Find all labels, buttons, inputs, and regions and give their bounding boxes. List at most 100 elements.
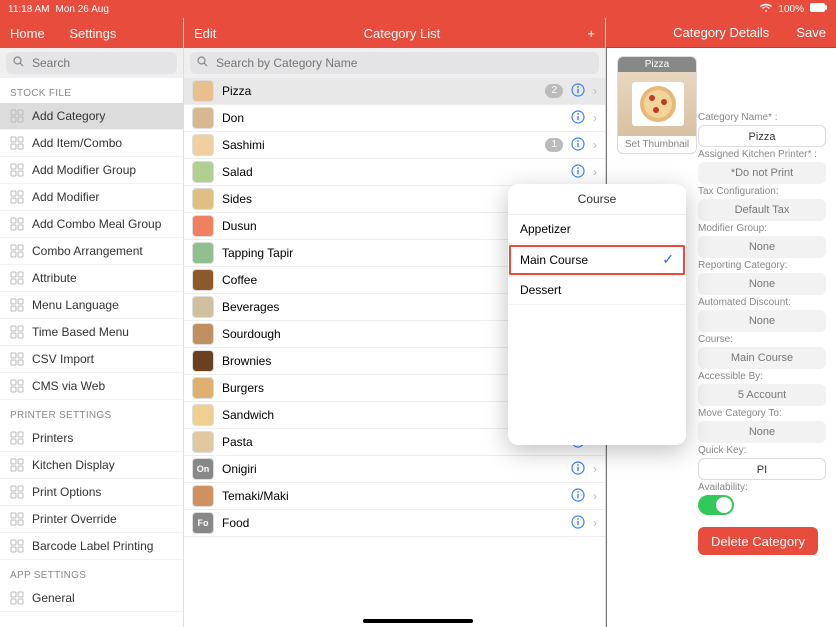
category-row[interactable]: Sashimi1› bbox=[184, 132, 605, 159]
mid-header: Edit Category List + bbox=[184, 18, 605, 48]
home-button[interactable]: Home bbox=[10, 26, 45, 41]
list-icon bbox=[10, 136, 24, 150]
list-icon bbox=[10, 352, 24, 366]
chevron-right-icon: › bbox=[593, 138, 597, 152]
category-list-title: Category List bbox=[216, 26, 587, 41]
details-title: Category Details bbox=[646, 25, 796, 40]
sidebar-item-label: Attribute bbox=[32, 271, 77, 285]
sidebar-item-attribute[interactable]: Attribute bbox=[0, 265, 183, 292]
status-bar: 11:18 AM Mon 26 Aug 100% bbox=[0, 0, 836, 18]
category-name-label: Onigiri bbox=[222, 462, 563, 476]
sidebar-item-label: Kitchen Display bbox=[32, 458, 115, 472]
category-name-input[interactable]: Pizza bbox=[698, 125, 826, 147]
category-name-label: Food bbox=[222, 516, 563, 530]
add-category-button[interactable]: + bbox=[587, 26, 595, 41]
category-thumb-icon bbox=[192, 296, 214, 318]
left-search-input[interactable] bbox=[6, 52, 177, 74]
sidebar-item-general[interactable]: General bbox=[0, 585, 183, 612]
sidebar-item-label: Barcode Label Printing bbox=[32, 539, 153, 553]
checkmark-icon: ✓ bbox=[662, 251, 674, 268]
list-icon bbox=[10, 298, 24, 312]
sidebar-item-add-item-combo[interactable]: Add Item/Combo bbox=[0, 130, 183, 157]
category-badge: 2 bbox=[545, 84, 563, 98]
list-icon bbox=[10, 325, 24, 339]
edit-button[interactable]: Edit bbox=[194, 26, 216, 41]
thumbnail-card[interactable]: Pizza Set Thumbnail bbox=[617, 56, 697, 154]
sidebar-item-add-category[interactable]: Add Category bbox=[0, 103, 183, 130]
category-row[interactable]: OnOnigiri› bbox=[184, 456, 605, 483]
info-icon[interactable] bbox=[571, 137, 585, 154]
category-thumb-icon bbox=[192, 431, 214, 453]
list-icon bbox=[10, 244, 24, 258]
chevron-right-icon: › bbox=[593, 111, 597, 125]
category-thumb-icon: Fo bbox=[192, 512, 214, 534]
field-label-name: Category Name* : bbox=[698, 112, 830, 123]
chevron-right-icon: › bbox=[593, 84, 597, 98]
info-icon[interactable] bbox=[571, 515, 585, 532]
sidebar-item-print-options[interactable]: Print Options bbox=[0, 479, 183, 506]
category-thumb-icon bbox=[192, 161, 214, 183]
sidebar-item-printer-override[interactable]: Printer Override bbox=[0, 506, 183, 533]
info-icon[interactable] bbox=[571, 110, 585, 127]
course-option-dessert[interactable]: Dessert bbox=[508, 276, 686, 305]
category-thumb-icon bbox=[192, 242, 214, 264]
list-icon bbox=[10, 512, 24, 526]
battery-pct: 100% bbox=[778, 4, 804, 15]
category-name-label: Temaki/Maki bbox=[222, 489, 563, 503]
sidebar-item-cms-via-web[interactable]: CMS via Web bbox=[0, 373, 183, 400]
category-thumb-icon: On bbox=[192, 458, 214, 480]
category-search-input[interactable] bbox=[190, 52, 599, 74]
pizza-thumbnail-image bbox=[618, 72, 697, 136]
sidebar-item-label: General bbox=[32, 591, 75, 605]
category-row[interactable]: FoFood› bbox=[184, 510, 605, 537]
course-option-label: Main Course bbox=[520, 253, 588, 267]
sidebar-item-label: Time Based Menu bbox=[32, 325, 129, 339]
sidebar-item-menu-language[interactable]: Menu Language bbox=[0, 292, 183, 319]
sidebar-item-label: Add Item/Combo bbox=[32, 136, 122, 150]
chevron-right-icon: › bbox=[593, 489, 597, 503]
category-row[interactable]: Don› bbox=[184, 105, 605, 132]
section-stock-file: STOCK FILE bbox=[0, 78, 183, 103]
sidebar-item-printers[interactable]: Printers bbox=[0, 425, 183, 452]
sidebar-item-time-based-menu[interactable]: Time Based Menu bbox=[0, 319, 183, 346]
info-icon[interactable] bbox=[571, 164, 585, 181]
category-thumb-icon bbox=[192, 269, 214, 291]
category-row[interactable]: Temaki/Maki › bbox=[184, 483, 605, 510]
course-popover: Course Appetizer Main Course ✓ Dessert bbox=[508, 184, 686, 445]
sidebar-item-kitchen-display[interactable]: Kitchen Display bbox=[0, 452, 183, 479]
list-icon bbox=[10, 163, 24, 177]
info-icon[interactable] bbox=[571, 461, 585, 478]
category-thumb-icon bbox=[192, 377, 214, 399]
category-name-label: Salad bbox=[222, 165, 563, 179]
info-icon[interactable] bbox=[571, 488, 585, 505]
search-icon bbox=[197, 56, 208, 70]
field-label-printer: Assigned Kitchen Printer* : bbox=[698, 149, 830, 160]
course-option-main-course[interactable]: Main Course ✓ bbox=[508, 244, 686, 276]
sidebar-item-barcode-label-printing[interactable]: Barcode Label Printing bbox=[0, 533, 183, 560]
sidebar-item-csv-import[interactable]: CSV Import bbox=[0, 346, 183, 373]
category-row[interactable]: Salad› bbox=[184, 159, 605, 186]
battery-icon bbox=[810, 3, 828, 15]
sidebar-item-label: Print Options bbox=[32, 485, 101, 499]
home-indicator bbox=[363, 619, 473, 623]
sidebar-item-combo-arrangement[interactable]: Combo Arrangement bbox=[0, 238, 183, 265]
list-icon bbox=[10, 217, 24, 231]
sidebar-item-label: Add Modifier Group bbox=[32, 163, 136, 177]
sidebar-item-add-modifier[interactable]: Add Modifier bbox=[0, 184, 183, 211]
info-icon[interactable] bbox=[571, 83, 585, 100]
category-thumb-icon bbox=[192, 350, 214, 372]
section-printer: PRINTER SETTINGS bbox=[0, 400, 183, 425]
category-thumb-icon bbox=[192, 134, 214, 156]
set-thumbnail-label: Set Thumbnail bbox=[618, 136, 696, 153]
sidebar-item-add-modifier-group[interactable]: Add Modifier Group bbox=[0, 157, 183, 184]
category-thumb-icon bbox=[192, 107, 214, 129]
category-thumb-icon bbox=[192, 188, 214, 210]
list-icon bbox=[10, 271, 24, 285]
sidebar-item-add-combo-meal-group[interactable]: Add Combo Meal Group bbox=[0, 211, 183, 238]
search-icon bbox=[13, 56, 24, 70]
category-row[interactable]: Pizza2› bbox=[184, 78, 605, 105]
course-option-appetizer[interactable]: Appetizer bbox=[508, 215, 686, 244]
popover-title: Course bbox=[508, 184, 686, 215]
section-app: APP SETTINGS bbox=[0, 560, 183, 585]
save-button[interactable]: Save bbox=[796, 25, 826, 40]
